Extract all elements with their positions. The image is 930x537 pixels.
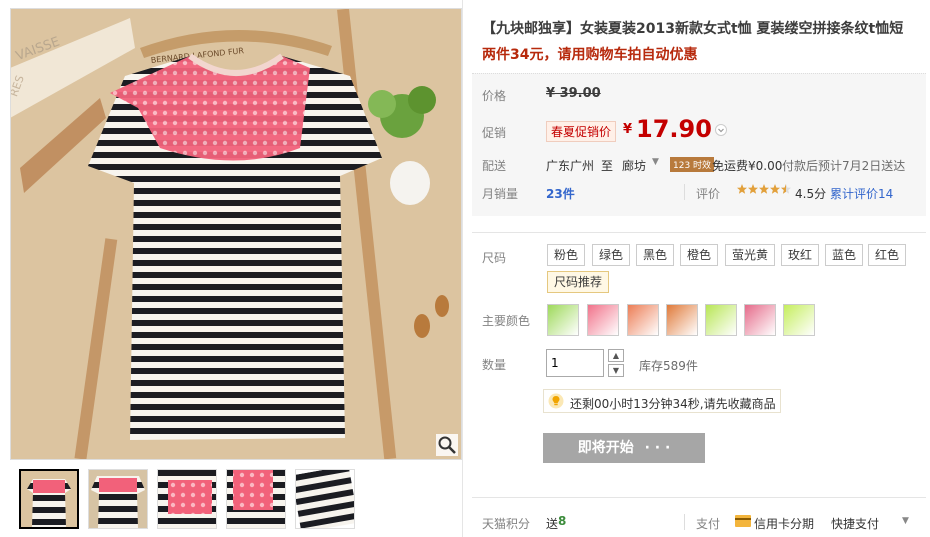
stock-count: 库存589件 (639, 359, 698, 373)
thumbnail-strip (16, 469, 456, 531)
size-option[interactable]: 玫红 (781, 244, 820, 266)
sales-label: 月销量 (482, 187, 519, 201)
delivery-badge: 123 时效 (670, 157, 715, 172)
price-label: 价格 (482, 89, 507, 103)
size-option[interactable]: 蓝色 (825, 244, 864, 266)
quick-pay-option[interactable]: 快捷支付 (831, 515, 879, 532)
product-title: 【九块邮独享】女装夏装2013新款女式t恤 夏装缕空拼接条纹t恤短 (482, 21, 904, 37)
star-rating (737, 183, 795, 197)
size-option[interactable]: 黑色 (636, 244, 675, 266)
quantity-decrement-button[interactable]: ▼ (608, 364, 624, 377)
payment-label: 支付 (696, 517, 721, 531)
color-swatch[interactable] (547, 304, 579, 336)
shipping-eta: 付款后预计7月2日送达 (782, 159, 906, 173)
zoom-icon[interactable] (436, 434, 458, 456)
divider (684, 184, 685, 200)
divider (472, 497, 926, 498)
upcoming-buy-button[interactable]: 即将开始 · · · (543, 433, 705, 463)
points-prefix: 送 (546, 517, 559, 531)
thumbnail-1[interactable] (19, 469, 79, 529)
chevron-down-icon[interactable] (715, 124, 727, 136)
divider (472, 232, 926, 233)
rating-score: 4.5分 (795, 187, 827, 201)
thumbnail-2[interactable] (88, 469, 148, 529)
quantity-label: 数量 (482, 358, 507, 372)
rating-label: 评价 (696, 187, 721, 201)
product-subtitle: 两件34元，请用购物车拍自动优惠 (482, 47, 698, 63)
thumbnail-3[interactable] (157, 469, 217, 529)
promo-label: 促销 (482, 126, 507, 140)
payment-dropdown-icon[interactable]: ▼ (902, 516, 909, 526)
color-swatch[interactable] (705, 304, 737, 336)
quantity-input[interactable] (546, 349, 604, 377)
main-image-frame (10, 8, 462, 460)
countdown-text: 还剩00小时13分钟34秒,请先收藏商品 (570, 397, 776, 411)
size-option[interactable]: 红色 (868, 244, 907, 266)
thumbnail-4[interactable] (226, 469, 286, 529)
color-swatch[interactable] (783, 304, 815, 336)
card-icon (735, 515, 751, 527)
installment-option[interactable]: 信用卡分期 (754, 515, 814, 532)
size-guide-button[interactable]: 尺码推荐 (547, 271, 610, 293)
thumbnail-5[interactable] (295, 469, 355, 529)
size-option[interactable]: 萤光黄 (725, 244, 776, 266)
buy-button-dots: · · · (644, 440, 671, 456)
promo-price: 17.90 (636, 115, 712, 143)
selected-arrow-icon (45, 469, 57, 470)
destination-dropdown-icon[interactable]: ▼ (652, 157, 659, 167)
points-label: 天猫积分 (482, 517, 531, 531)
color-swatch[interactable] (587, 304, 619, 336)
color-label: 主要颜色 (482, 314, 531, 328)
color-swatch[interactable] (627, 304, 659, 336)
color-swatch[interactable] (666, 304, 698, 336)
shipping-to-word: 至 (601, 159, 614, 173)
quantity-increment-button[interactable]: ▲ (608, 349, 624, 362)
star-icon (737, 184, 791, 194)
shipping-fee: 免运费¥0.00 (712, 159, 783, 173)
promo-badge: 春夏促销价 (546, 121, 617, 142)
size-label: 尺码 (482, 251, 507, 265)
original-price: ¥ 39.00 (546, 86, 601, 101)
color-swatch[interactable] (744, 304, 776, 336)
currency-symbol: ¥ (623, 122, 633, 137)
size-option[interactable]: 绿色 (592, 244, 631, 266)
shipping-destination[interactable]: 廊坊 (622, 157, 646, 174)
shipping-label: 配送 (482, 159, 507, 173)
divider-vertical (462, 0, 463, 537)
buy-button-label: 即将开始 (577, 440, 634, 456)
review-count-link[interactable]: 累计评价14 (830, 185, 893, 202)
bulb-icon (548, 393, 564, 409)
size-option[interactable]: 粉色 (547, 244, 586, 266)
shipping-from: 广东广州 (546, 159, 595, 173)
size-option[interactable]: 橙色 (680, 244, 719, 266)
divider (684, 514, 685, 530)
points-value: 8 (558, 514, 567, 528)
sales-count: 23件 (546, 187, 575, 201)
